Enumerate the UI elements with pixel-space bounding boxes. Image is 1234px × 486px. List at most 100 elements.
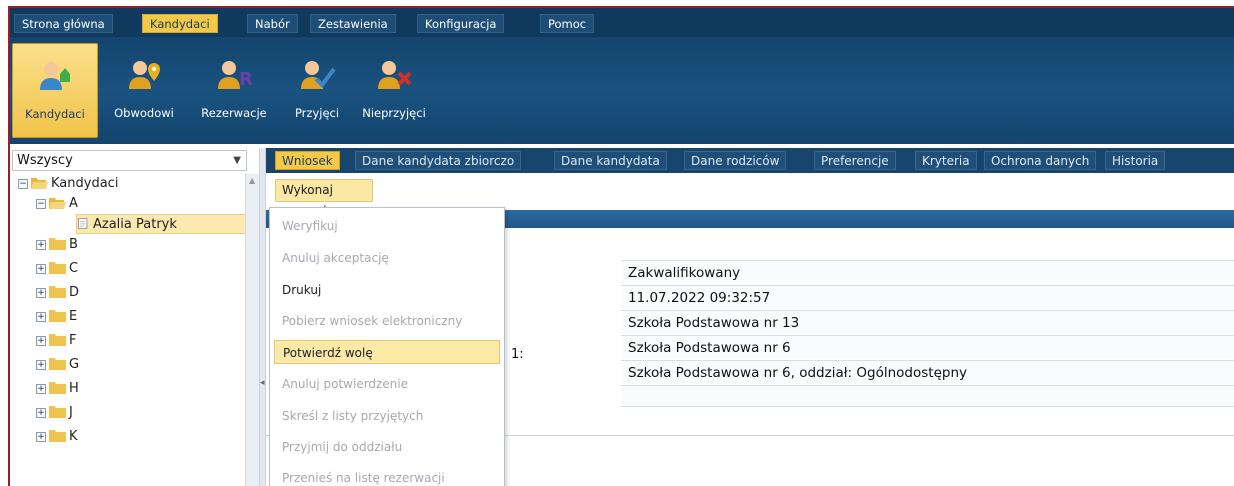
folder-icon: [49, 358, 66, 370]
ribbon-nieprzyjeci-button[interactable]: Nieprzyjęci: [356, 43, 432, 138]
folder-icon: [49, 406, 66, 418]
tree-folder-f[interactable]: + F: [36, 331, 76, 351]
field-label-fragment: 1:: [511, 347, 524, 362]
tree-folder-d[interactable]: + D: [36, 283, 79, 303]
collapse-left-icon[interactable]: ◂: [260, 378, 265, 388]
menu-item-drukuj[interactable]: Drukuj: [274, 278, 500, 302]
person-up-icon: [40, 62, 70, 90]
expand-icon[interactable]: +: [36, 287, 46, 298]
folder-label: A: [69, 196, 78, 211]
tab-dane-kandydata-zbiorczo[interactable]: Dane kandydata zbiorczo: [355, 151, 522, 170]
ribbon-rezerwacje-button[interactable]: R Rezerwacje: [190, 43, 278, 138]
district-school-value: Szkoła Podstawowa nr 6: [621, 335, 1234, 359]
tree-folder-j[interactable]: + J: [36, 403, 73, 423]
ribbon-label: Obwodowi: [114, 106, 174, 120]
tab-dane-kandydata[interactable]: Dane kandydata: [554, 151, 667, 170]
menu-item-pobierz-wniosek[interactable]: Pobierz wniosek elektroniczny: [274, 309, 500, 333]
folder-label: K: [69, 429, 78, 444]
open-folder-icon: [31, 178, 48, 189]
ribbon-przyjeci-button[interactable]: Przyjęci: [286, 43, 348, 138]
menu-konfiguracja[interactable]: Konfiguracja: [417, 14, 505, 33]
expand-icon[interactable]: +: [36, 239, 46, 250]
tree-folder-c[interactable]: + C: [36, 259, 78, 279]
tree-folder-k[interactable]: + K: [36, 427, 78, 447]
submission-date-value: 11.07.2022 09:32:57: [621, 285, 1234, 309]
selected-candidate-label: Azalia Patryk: [93, 217, 177, 232]
tab-historia[interactable]: Historia: [1105, 151, 1166, 170]
ribbon-label: Rezerwacje: [201, 106, 267, 120]
menu-nabor[interactable]: Nabór: [247, 14, 298, 33]
tree-folder-a[interactable]: − A: [36, 194, 78, 214]
menu-item-przenies[interactable]: Przenieś na listę rezerwacji: [274, 466, 500, 486]
admitted-school-value: Szkoła Podstawowa nr 6, oddział: Ogólnod…: [621, 360, 1234, 384]
ribbon-kandydaci-button[interactable]: Kandydaci: [12, 43, 98, 138]
person-r-icon: R: [218, 61, 253, 90]
person-x-icon: [378, 61, 412, 89]
folder-label: D: [69, 285, 80, 300]
folder-icon: [49, 286, 66, 298]
app-window: Strona główna Kandydaci Nabór Zestawieni…: [8, 6, 1234, 486]
menu-strona-glowna[interactable]: Strona główna: [14, 14, 113, 33]
folder-icon: [49, 430, 66, 442]
person-check-icon: [301, 61, 336, 89]
tab-dane-rodzicow[interactable]: Dane rodziców: [684, 151, 787, 170]
school-value: Szkoła Podstawowa nr 13: [621, 310, 1234, 334]
menu-item-weryfikuj[interactable]: Weryfikuj: [274, 214, 500, 238]
filter-select[interactable]: Wszyscy ▼: [12, 150, 247, 171]
ribbon-obwodowi-button[interactable]: Obwodowi: [102, 43, 186, 138]
tree-item-selected[interactable]: Azalia Patryk: [76, 214, 246, 234]
folder-icon: [49, 262, 66, 274]
main-menu-bar: Strona główna Kandydaci Nabór Zestawieni…: [10, 8, 1234, 37]
tree-folder-e[interactable]: + E: [36, 307, 77, 327]
operations-button[interactable]: Wykonaj operację ▾: [275, 179, 373, 218]
scroll-up-icon[interactable]: ▲: [249, 176, 255, 185]
folder-label: C: [69, 261, 79, 276]
menu-item-skresl[interactable]: Skreśl z listy przyjętych: [274, 404, 500, 428]
expand-icon[interactable]: +: [36, 335, 46, 346]
tab-wniosek[interactable]: Wniosek: [275, 151, 340, 170]
menu-zestawienia[interactable]: Zestawienia: [310, 14, 396, 33]
menu-item-anuluj-potwierdzenie[interactable]: Anuluj potwierdzenie: [274, 372, 500, 396]
chevron-down-icon[interactable]: ▼: [233, 151, 241, 170]
folder-icon: [49, 238, 66, 250]
panel-splitter[interactable]: ◂: [259, 148, 266, 486]
folder-label: J: [69, 405, 73, 420]
collapse-icon[interactable]: −: [18, 178, 28, 189]
empty-value: [621, 385, 1234, 407]
tab-ochrona-danych[interactable]: Ochrona danych: [984, 151, 1097, 170]
folder-label: H: [69, 381, 79, 396]
ribbon-label: Nieprzyjęci: [362, 106, 426, 120]
menu-pomoc[interactable]: Pomoc: [540, 14, 595, 33]
tree-root[interactable]: − Kandydaci: [18, 174, 118, 194]
expand-icon[interactable]: +: [36, 383, 46, 394]
tree-folder-g[interactable]: + G: [36, 355, 79, 375]
record-tabs: Wniosek Dane kandydata zbiorczo Dane kan…: [266, 148, 1234, 173]
expand-icon[interactable]: +: [36, 407, 46, 418]
menu-item-potwierdz-wole[interactable]: Potwierdź wolę: [274, 340, 500, 364]
expand-icon[interactable]: +: [36, 311, 46, 322]
menu-item-przyjmij[interactable]: Przyjmij do oddziału: [274, 435, 500, 459]
action-area: Wykonaj operację ▾: [266, 173, 1234, 218]
expand-icon[interactable]: +: [36, 263, 46, 274]
folder-icon: [49, 310, 66, 322]
filter-select-value: Wszyscy: [17, 153, 73, 168]
menu-kandydaci[interactable]: Kandydaci: [142, 14, 218, 33]
folder-icon: [49, 334, 66, 346]
tab-preferencje[interactable]: Preferencje: [814, 151, 896, 170]
tree-scrollbar[interactable]: ▲: [245, 174, 259, 486]
folder-label: F: [69, 333, 77, 348]
folder-icon: [49, 382, 66, 394]
menu-item-anuluj-akceptacje[interactable]: Anuluj akceptację: [274, 246, 500, 270]
candidates-tree: − Kandydaci − A Azalia Patryk + B + C + D + E …: [12, 174, 246, 486]
expand-icon[interactable]: +: [36, 431, 46, 442]
tree-folder-b[interactable]: + B: [36, 235, 78, 255]
status-value: Zakwalifikowany: [621, 260, 1234, 284]
expand-icon[interactable]: +: [36, 359, 46, 370]
ribbon-toolbar: Kandydaci Obwodowi R Rezerwacje Przyjęci: [10, 37, 1234, 144]
tree-root-label: Kandydaci: [51, 176, 119, 191]
tab-kryteria[interactable]: Kryteria: [915, 151, 977, 170]
ribbon-label: Przyjęci: [294, 106, 340, 120]
tree-folder-h[interactable]: + H: [36, 379, 79, 399]
collapse-icon[interactable]: −: [36, 198, 46, 209]
person-pin-icon: [129, 61, 160, 89]
